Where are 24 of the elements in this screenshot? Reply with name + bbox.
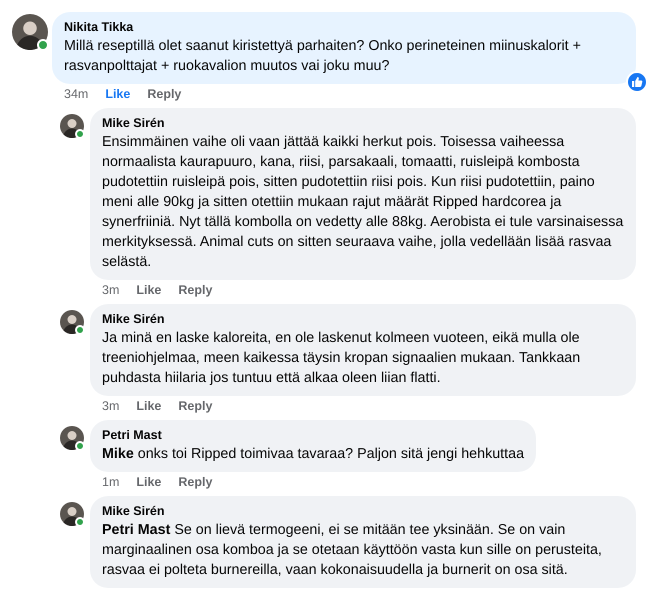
- like-link[interactable]: Like: [105, 86, 130, 102]
- comment-time: 34m: [64, 86, 88, 102]
- comment-text: Petri Mast Se on lievä termogeeni, ei se mitään tee yksinään. Se on vain marginaalinen osa komboa ja se otetaan käyttöön vasta kun sille on perusteita, rasvaa ei polteta burnereilla, vaan kokonaisuudella ja burnerit on osa sitä.: [102, 521, 603, 580]
- author-name[interactable]: Nikita Tikka: [64, 19, 624, 36]
- like-reaction-icon[interactable]: [626, 71, 648, 93]
- reply-link[interactable]: Reply: [178, 282, 212, 298]
- author-name[interactable]: Mike Sirén: [102, 311, 624, 328]
- like-link[interactable]: Like: [136, 282, 162, 298]
- like-link[interactable]: Like: [136, 474, 162, 490]
- author-name[interactable]: Mike Sirén: [102, 503, 624, 520]
- like-link[interactable]: Like: [136, 398, 162, 414]
- comment-text: Millä reseptillä olet saanut kiristettyä parhaiten? Onko perineteinen miinuskalorit + rasvanpolttajat + ruokavalion muutos vai joku muu?: [64, 37, 582, 76]
- reply-link[interactable]: Reply: [147, 86, 182, 102]
- comment-text: Ensimmäinen vaihe oli vaan jättää kaikki herkut pois. Toisessa vaiheessa normaalista kaurapuuro, kana, riisi, parsakaali, tomaatti, ruisleipä kombosta pudotettiin ruisleipä pois, sitten pudotettiin riisi pois. Kun riisi pudotettiin, paino meni alle 90kg ja sitten otettiin mukaan rajut määrät Ripped hardcorea ja synerfriiniä. Nyt tällä kombolla on vedetty alle 88kg. Aerobista ei tule varsinaisessa merkityksessä. Animal cuts on sitten seuraava vaihe, jolla vedellään lisää rasvaa selästä.: [102, 133, 624, 272]
- comment-text: Mike onks toi Ripped toimivaa tavaraa? Paljon sitä jengi hehkuttaa: [102, 445, 524, 464]
- author-name[interactable]: Mike Sirén: [102, 115, 624, 132]
- comment-text: Ja minä en laske kaloreita, en ole laskenut kolmeen vuoteen, eikä mulla ole treeniohjelmaa, meen kaikessa täysin kropan signaalien mukaan. Tankkaan puhdasta hiilaria jos tuntuu että alkaa oleen liian flatti.: [102, 329, 582, 388]
- reply-link[interactable]: Reply: [178, 398, 212, 414]
- reply-link[interactable]: Reply: [178, 474, 212, 490]
- avatar[interactable]: [12, 14, 48, 50]
- comment-time: 1m: [102, 474, 120, 490]
- comment-time: 3m: [102, 282, 120, 298]
- author-name[interactable]: Petri Mast: [102, 427, 524, 444]
- comment-time: 3m: [102, 398, 120, 414]
